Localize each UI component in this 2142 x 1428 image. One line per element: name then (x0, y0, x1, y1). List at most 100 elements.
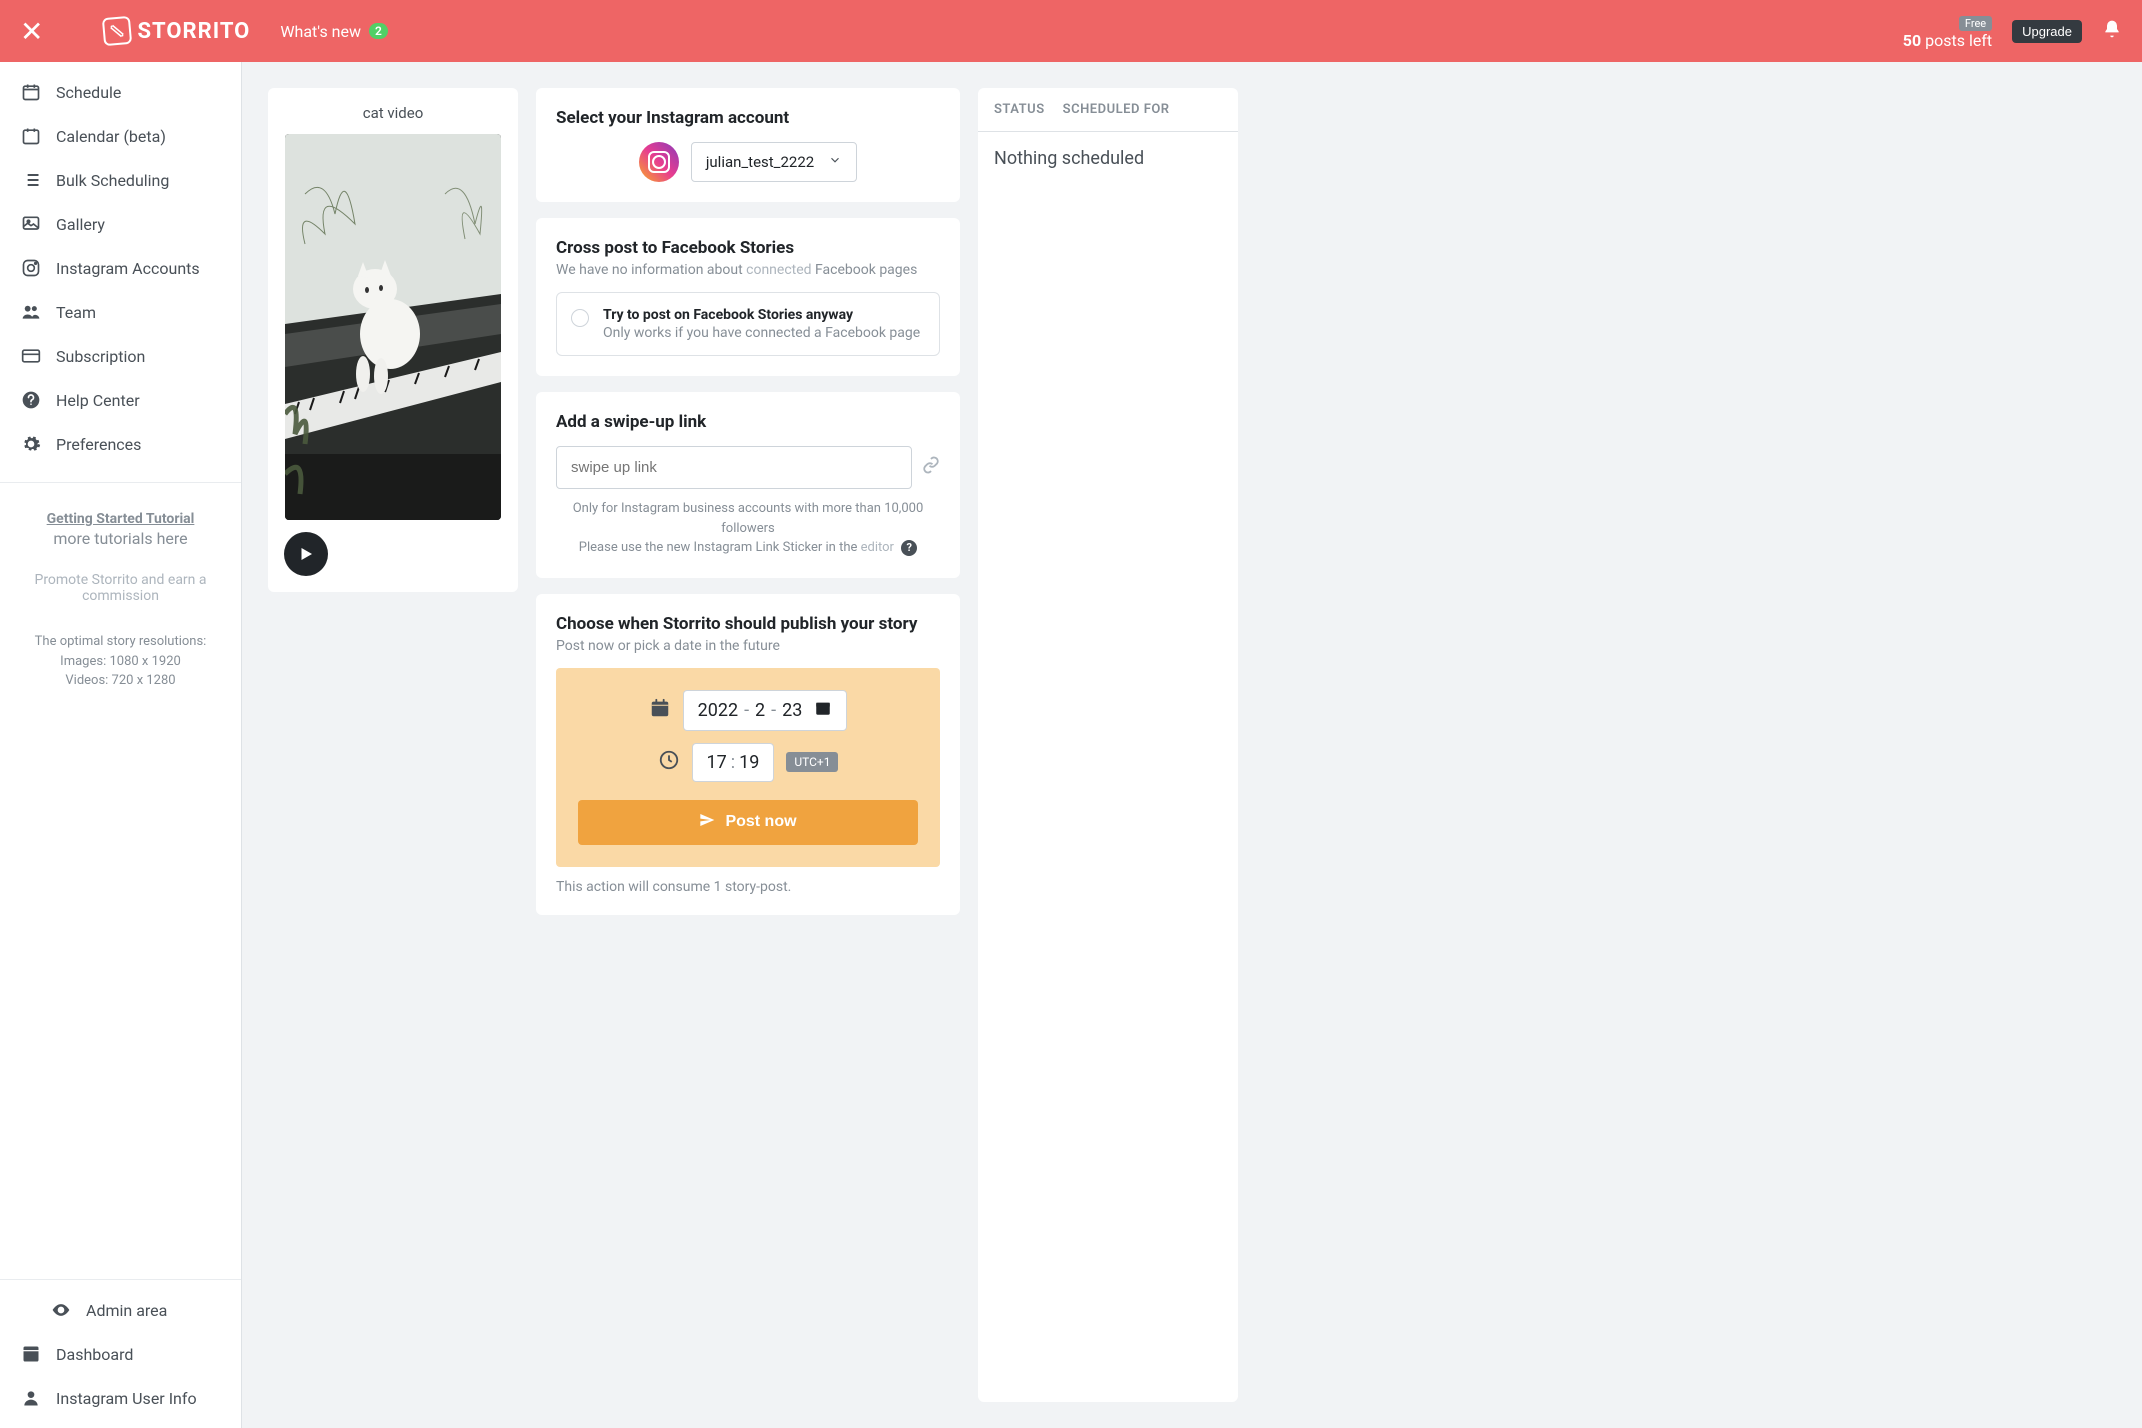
send-icon (699, 812, 715, 833)
schedule-card: Choose when Storrito should publish your… (536, 594, 960, 915)
link-icon[interactable] (922, 456, 940, 479)
sidebar-item-preferences[interactable]: Preferences (0, 422, 241, 466)
sidebar-item-label: Instagram Accounts (56, 259, 200, 278)
calendar-check-icon (20, 82, 42, 102)
plan-info: Free 50 posts left (1903, 12, 1992, 50)
help-icon (20, 390, 42, 410)
sidebar-item-label: Bulk Scheduling (56, 171, 169, 190)
instagram-icon (20, 258, 42, 278)
swipe-hint: Only for Instagram business accounts wit… (556, 499, 940, 558)
header: ✕ STORRITO What's new 2 Free 50 posts le… (0, 0, 2142, 62)
editor-link[interactable]: editor (861, 540, 894, 555)
logo[interactable]: STORRITO (103, 17, 250, 45)
posts-left-label: posts left (1921, 31, 1992, 50)
more-tutorials-link[interactable]: more tutorials here (16, 529, 225, 548)
sidebar-item-label: Team (56, 303, 96, 322)
upgrade-button[interactable]: Upgrade (2012, 20, 2082, 43)
preview-card: cat video (268, 88, 518, 592)
card-title: Cross post to Facebook Stories (556, 238, 940, 258)
sidebar-item-help[interactable]: Help Center (0, 378, 241, 422)
sidebar-item-label: Admin area (86, 1301, 167, 1320)
sidebar-item-label: Help Center (56, 391, 140, 410)
swipe-card: Add a swipe-up link Only for Instagram b… (536, 392, 960, 578)
posts-left: 50 posts left (1903, 31, 1992, 50)
fb-anyway-option[interactable]: Try to post on Facebook Stories anyway O… (556, 292, 940, 356)
posts-left-count: 50 (1903, 31, 1921, 50)
sidebar-item-label: Schedule (56, 83, 121, 102)
fb-option-title: Try to post on Facebook Stories anyway (603, 307, 920, 323)
calendar-open-icon[interactable] (814, 699, 832, 722)
schedule-box: 2022- 2- 23 17:19 UTC+1 (556, 668, 940, 867)
status-panel: STATUS SCHEDULED FOR Nothing scheduled (978, 88, 1238, 1402)
sidebar-item-label: Subscription (56, 347, 145, 366)
tutorial-link[interactable]: Getting Started Tutorial (16, 511, 225, 527)
play-button[interactable] (284, 532, 328, 576)
sidebar-item-subscription[interactable]: Subscription (0, 334, 241, 378)
card-title: Select your Instagram account (556, 108, 940, 128)
whats-new-badge: 2 (369, 23, 388, 39)
post-now-button[interactable]: Post now (578, 800, 918, 845)
header-right: Free 50 posts left Upgrade (1903, 12, 2122, 50)
card-subtitle: We have no information about connected F… (556, 262, 940, 278)
help-tooltip-icon[interactable]: ? (901, 540, 917, 556)
card-title: Choose when Storrito should publish your… (556, 614, 940, 634)
account-card: Select your Instagram account julian_tes… (536, 88, 960, 202)
clock-icon (658, 749, 680, 775)
sidebar-item-user-info[interactable]: Instagram User Info (0, 1376, 241, 1420)
sidebar-item-instagram-accounts[interactable]: Instagram Accounts (0, 246, 241, 290)
bell-icon[interactable] (2102, 19, 2122, 44)
gear-icon (20, 434, 42, 454)
preview-title: cat video (363, 104, 424, 122)
sidebar-item-schedule[interactable]: Schedule (0, 70, 241, 114)
instagram-avatar (639, 142, 679, 182)
resolution-info: The optimal story resolutions: Images: 1… (16, 632, 225, 691)
time-picker[interactable]: 17:19 (692, 743, 775, 782)
sidebar-item-dashboard[interactable]: Dashboard (0, 1332, 241, 1376)
timezone-badge: UTC+1 (786, 752, 838, 772)
sidebar-extras: Getting Started Tutorial more tutorials … (0, 491, 241, 711)
sidebar-item-label: Calendar (beta) (56, 127, 166, 146)
fb-option-subtitle: Only works if you have connected a Faceb… (603, 325, 920, 341)
logo-text: STORRITO (137, 19, 250, 44)
logo-icon (102, 16, 132, 46)
sidebar-item-calendar[interactable]: Calendar (beta) (0, 114, 241, 158)
dashboard-icon (20, 1344, 42, 1364)
promote-link[interactable]: Promote Storrito and earn a commission (16, 572, 225, 604)
credit-card-icon (20, 346, 42, 366)
list-icon (20, 170, 42, 190)
nothing-scheduled-text: Nothing scheduled (994, 148, 1222, 169)
tab-status[interactable]: STATUS (994, 102, 1045, 117)
date-picker[interactable]: 2022- 2- 23 (683, 690, 848, 731)
card-subtitle: Post now or pick a date in the future (556, 638, 940, 654)
sidebar-item-bulk[interactable]: Bulk Scheduling (0, 158, 241, 202)
free-badge: Free (1959, 16, 1992, 31)
divider (0, 482, 241, 483)
image-icon (20, 214, 42, 234)
sidebar: Schedule Calendar (beta) Bulk Scheduling… (0, 62, 242, 1428)
whats-new-link[interactable]: What's new 2 (280, 22, 388, 41)
crosspost-card: Cross post to Facebook Stories We have n… (536, 218, 960, 376)
card-title: Add a swipe-up link (556, 412, 940, 432)
eye-icon (50, 1300, 72, 1320)
settings-column: Select your Instagram account julian_tes… (536, 88, 960, 915)
sidebar-item-label: Instagram User Info (56, 1389, 197, 1408)
sidebar-item-label: Gallery (56, 215, 105, 234)
account-selected: julian_test_2222 (706, 153, 814, 171)
main-content: cat video (242, 62, 2142, 1428)
radio-icon[interactable] (571, 309, 589, 327)
sidebar-item-label: Preferences (56, 435, 141, 454)
sidebar-item-label: Dashboard (56, 1345, 133, 1364)
account-dropdown[interactable]: julian_test_2222 (691, 142, 857, 182)
calendar-icon (20, 126, 42, 146)
users-icon (20, 302, 42, 322)
sidebar-item-gallery[interactable]: Gallery (0, 202, 241, 246)
sidebar-item-admin[interactable]: Admin area (0, 1288, 241, 1332)
swipe-link-input[interactable] (556, 446, 912, 489)
preview-image[interactable] (285, 134, 501, 520)
user-icon (20, 1388, 42, 1408)
close-icon[interactable]: ✕ (20, 15, 43, 48)
sidebar-item-team[interactable]: Team (0, 290, 241, 334)
tab-scheduled[interactable]: SCHEDULED FOR (1063, 102, 1170, 117)
whats-new-label: What's new (280, 22, 361, 41)
chevron-down-icon (828, 153, 842, 171)
